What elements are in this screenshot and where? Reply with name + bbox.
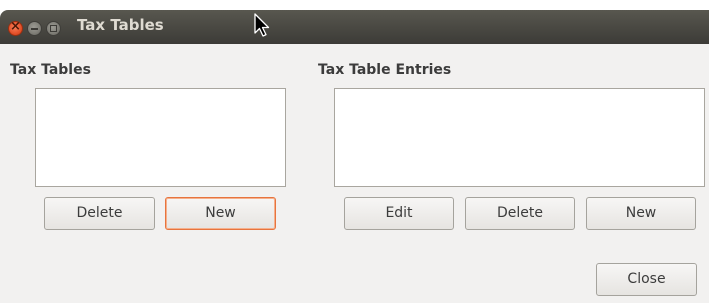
minimize-icon[interactable] [27, 21, 42, 36]
entries-edit-button[interactable]: Edit [344, 197, 454, 230]
entries-new-button[interactable]: New [586, 197, 696, 230]
tax-tables-delete-button[interactable]: Delete [44, 197, 155, 230]
entries-delete-button[interactable]: Delete [465, 197, 575, 230]
window-title: Tax Tables [77, 16, 164, 34]
tax-table-entries-heading: Tax Table Entries [318, 62, 452, 78]
tax-tables-new-button[interactable]: New [165, 197, 276, 230]
tax-tables-heading: Tax Tables [10, 62, 91, 78]
maximize-icon[interactable] [46, 21, 61, 36]
tax-tables-list[interactable] [35, 88, 286, 187]
mouse-pointer-icon [254, 13, 270, 37]
close-icon[interactable] [8, 19, 23, 36]
tax-tables-window: Tax Tables Tax Tables Delete New Tax Tab… [0, 10, 709, 303]
close-button[interactable]: Close [596, 263, 697, 296]
window-titlebar[interactable]: Tax Tables [0, 10, 709, 44]
tax-table-entries-list[interactable] [334, 88, 705, 187]
